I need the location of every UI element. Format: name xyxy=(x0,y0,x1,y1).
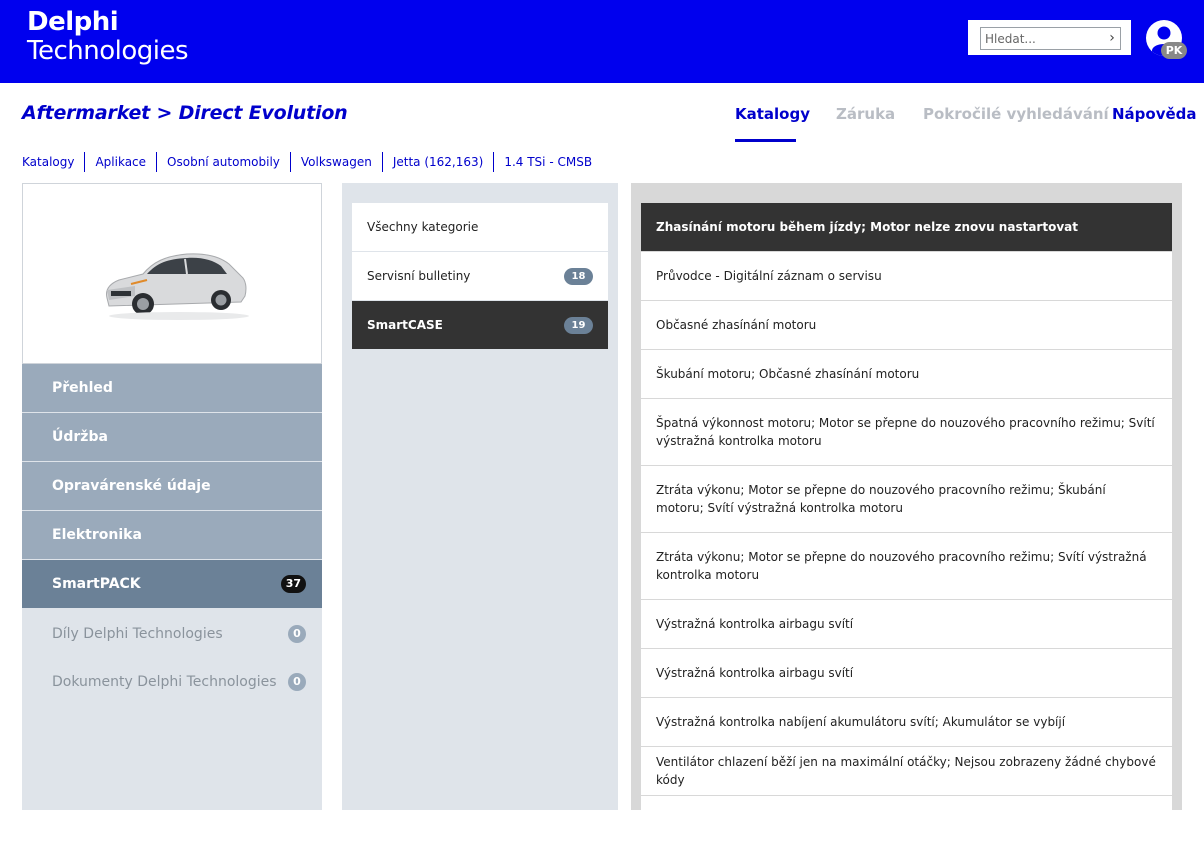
list-item[interactable]: Ventilátor chlazení běží jen na maximáln… xyxy=(641,747,1172,795)
breadcrumb-item[interactable]: 1.4 TSi - CMSB xyxy=(493,152,602,172)
tab-zaruka[interactable]: Záruka xyxy=(836,105,895,123)
list-item[interactable] xyxy=(641,796,1172,810)
smartcase-list: Zhasínání motoru během jízdy; Motor nelz… xyxy=(631,183,1182,810)
top-bar: Delphi Technologies › PK xyxy=(0,0,1204,83)
breadcrumb-item[interactable]: Jetta (162,163) xyxy=(381,152,494,172)
breadcrumb-item[interactable]: Volkswagen xyxy=(289,152,382,172)
category-label: SmartCASE xyxy=(367,318,443,332)
list-item[interactable]: Průvodce - Digitální záznam o servisu xyxy=(641,252,1172,300)
nav-item-prehled[interactable]: Přehled xyxy=(22,364,322,412)
search-box: › xyxy=(968,20,1131,55)
count-badge: 18 xyxy=(564,268,593,285)
active-tab-indicator xyxy=(735,139,796,142)
category-service-bulletins[interactable]: Servisní bulletiny 18 xyxy=(352,252,608,300)
count-badge: 0 xyxy=(288,673,306,691)
vehicle-image-box xyxy=(22,183,322,364)
breadcrumb-item[interactable]: Aplikace xyxy=(84,152,156,172)
list-item-label: Škubání motoru; Občasné zhasínání motoru xyxy=(656,367,920,381)
nav-item-smartpack[interactable]: SmartPACK 37 xyxy=(22,560,322,608)
nav-item-delphi-documents[interactable]: Dokumenty Delphi Technologies 0 xyxy=(22,658,322,706)
category-smartcase[interactable]: SmartCASE 19 xyxy=(352,301,608,349)
tab-katalogy[interactable]: Katalogy xyxy=(735,105,810,123)
nav-item-opravarenske-udaje[interactable]: Opravárenské údaje xyxy=(22,462,322,510)
nav-label: Elektronika xyxy=(52,527,142,543)
list-item[interactable]: Špatná výkonnost motoru; Motor se přepne… xyxy=(641,399,1172,465)
list-item[interactable]: Výstražná kontrolka airbagu svítí xyxy=(641,649,1172,697)
list-item[interactable]: Ztráta výkonu; Motor se přepne do nouzov… xyxy=(641,466,1172,532)
list-item[interactable]: Občasné zhasínání motoru xyxy=(641,301,1172,349)
left-panel: Přehled Údržba Opravárenské údaje Elektr… xyxy=(22,183,322,810)
category-panel: Všechny kategorie Servisní bulletiny 18 … xyxy=(342,183,618,810)
list-item-label: Občasné zhasínání motoru xyxy=(656,318,817,332)
nav-label: Údržba xyxy=(52,429,108,445)
brand-logo[interactable]: Delphi Technologies xyxy=(27,7,189,66)
list-item-label: Špatná výkonnost motoru; Motor se přepne… xyxy=(656,416,1155,448)
list-item-label: Průvodce - Digitální záznam o servisu xyxy=(656,269,882,283)
list-item[interactable]: Ztráta výkonu; Motor se přepne do nouzov… xyxy=(641,533,1172,599)
list-item-label: Ventilátor chlazení běží jen na maximáln… xyxy=(656,755,1156,787)
list-item[interactable]: Škubání motoru; Občasné zhasínání motoru xyxy=(641,350,1172,398)
list-item-label: Výstražná kontrolka nabíjení akumulátoru… xyxy=(656,715,1066,729)
category-label: Všechny kategorie xyxy=(367,220,479,234)
count-badge: 19 xyxy=(564,317,593,334)
list-item-label: Výstražná kontrolka airbagu svítí xyxy=(656,617,854,631)
tab-help[interactable]: Nápověda xyxy=(1112,105,1197,123)
nav-label: Díly Delphi Technologies xyxy=(52,626,223,642)
list-item-label: Výstražná kontrolka airbagu svítí xyxy=(656,666,854,680)
category-label: Servisní bulletiny xyxy=(367,269,471,283)
breadcrumb-item[interactable]: Katalogy xyxy=(22,152,84,172)
search-input[interactable] xyxy=(980,27,1121,50)
page-title: Aftermarket > Direct Evolution xyxy=(22,102,348,124)
nav-item-elektronika[interactable]: Elektronika xyxy=(22,511,322,559)
tab-advanced-search[interactable]: Pokročilé vyhledávání xyxy=(923,105,1109,123)
nav-label: Dokumenty Delphi Technologies xyxy=(52,674,277,690)
nav-item-udrzba[interactable]: Údržba xyxy=(22,413,322,461)
count-badge: 0 xyxy=(288,625,306,643)
nav-label: SmartPACK xyxy=(52,576,141,592)
breadcrumb-item[interactable]: Osobní automobily xyxy=(156,152,290,172)
list-item[interactable]: Zhasínání motoru během jízdy; Motor nelz… xyxy=(641,203,1172,251)
search-submit-icon[interactable]: › xyxy=(1106,30,1118,46)
list-item-label: Ztráta výkonu; Motor se přepne do nouzov… xyxy=(656,483,1106,515)
list-item[interactable]: Výstražná kontrolka nabíjení akumulátoru… xyxy=(641,698,1172,746)
brand-line2: Technologies xyxy=(27,36,189,66)
category-all[interactable]: Všechny kategorie xyxy=(352,203,608,251)
breadcrumb: Katalogy Aplikace Osobní automobily Volk… xyxy=(22,152,602,172)
list-item-label: Zhasínání motoru během jízdy; Motor nelz… xyxy=(656,220,1078,234)
car-image xyxy=(106,253,249,320)
nav-label: Přehled xyxy=(52,380,113,396)
nav-item-delphi-parts[interactable]: Díly Delphi Technologies 0 xyxy=(22,610,322,658)
brand-line1: Delphi xyxy=(27,7,119,37)
user-initials-badge: PK xyxy=(1161,42,1187,59)
nav-label: Opravárenské údaje xyxy=(52,478,211,494)
count-badge: 37 xyxy=(280,575,306,593)
list-item-label: Ztráta výkonu; Motor se přepne do nouzov… xyxy=(656,550,1147,582)
list-item[interactable]: Výstražná kontrolka airbagu svítí xyxy=(641,600,1172,648)
